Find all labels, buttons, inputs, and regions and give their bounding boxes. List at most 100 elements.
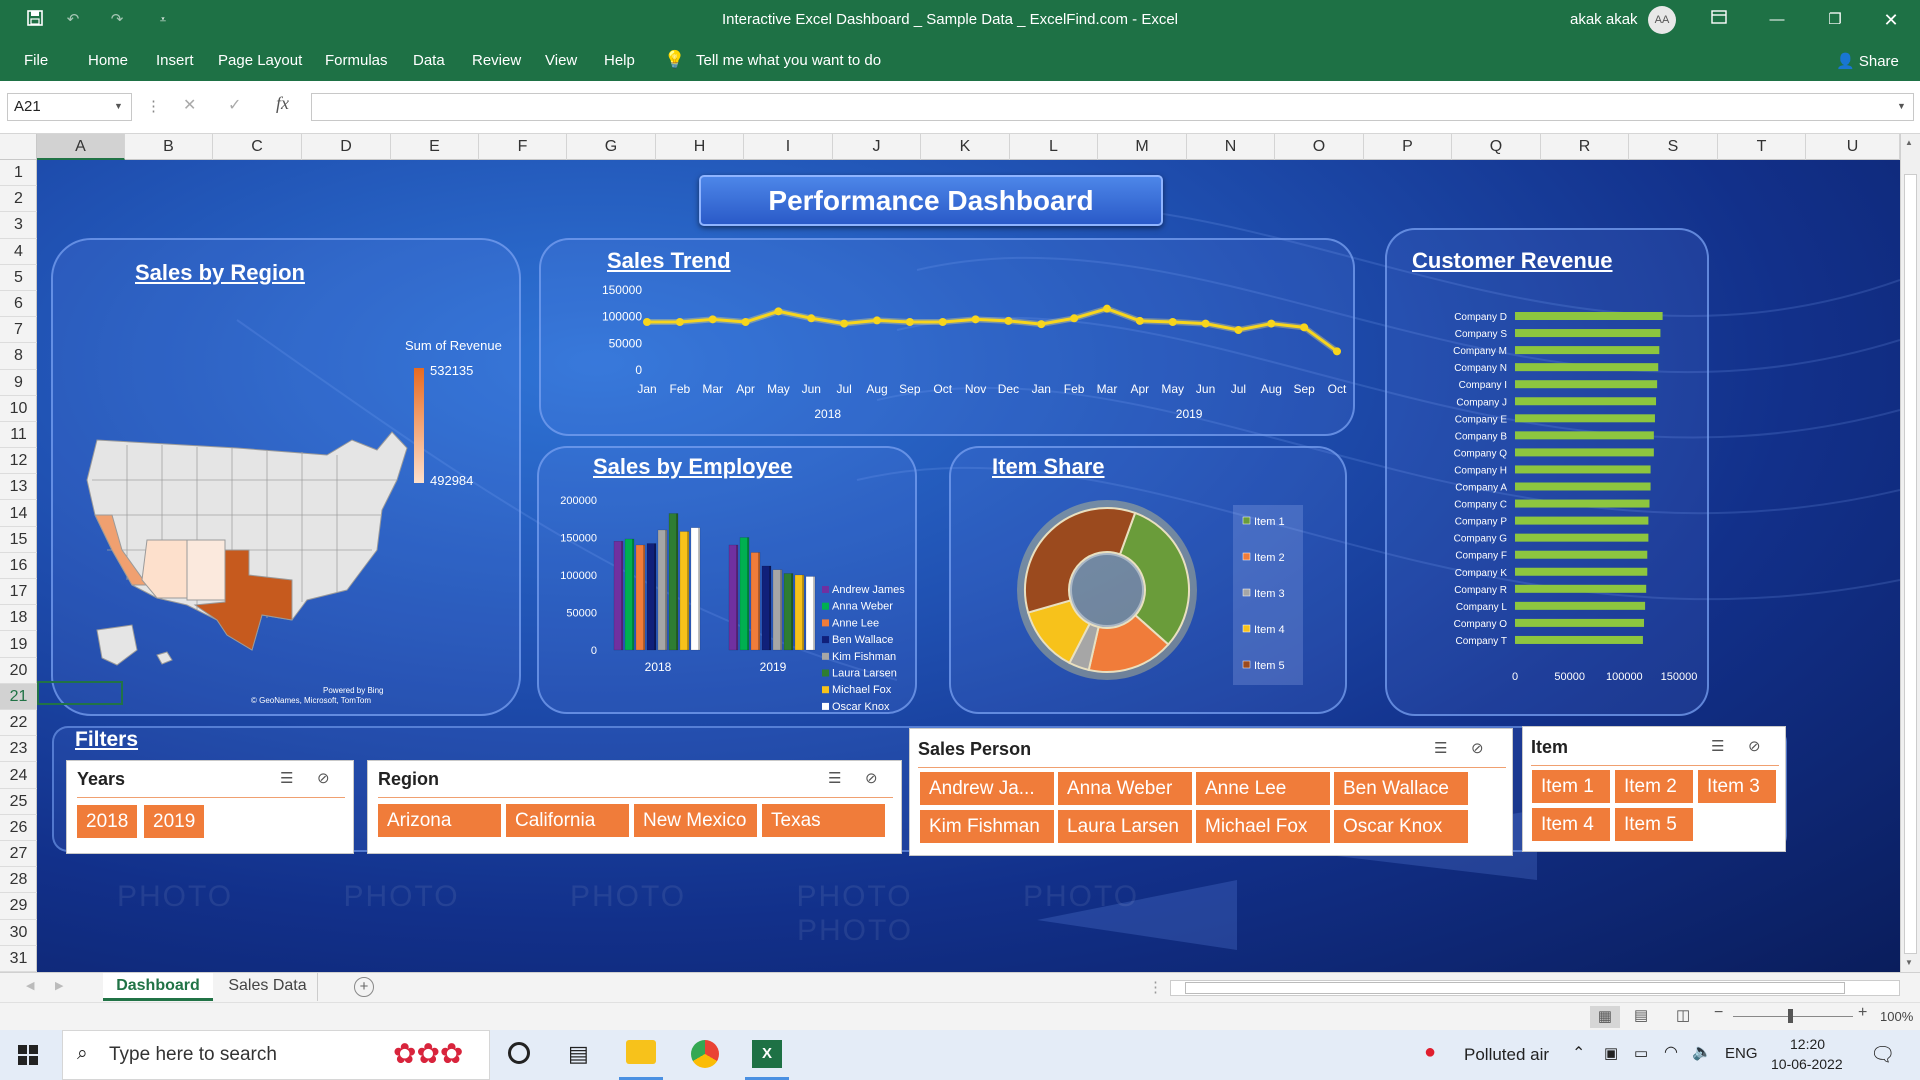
clear-filter-icon[interactable]: ⊘ bbox=[865, 769, 878, 787]
slicer-item-michael-fox[interactable]: Michael Fox bbox=[1196, 810, 1330, 843]
bar[interactable] bbox=[1515, 601, 1646, 610]
row-header-23[interactable]: 23 bbox=[0, 736, 37, 763]
formula-input[interactable] bbox=[311, 93, 1914, 121]
page-break-view-icon[interactable]: ◫ bbox=[1676, 1006, 1690, 1024]
column-header-c[interactable]: C bbox=[213, 134, 302, 160]
column-header-j[interactable]: J bbox=[833, 134, 921, 160]
data-point[interactable] bbox=[1004, 316, 1013, 325]
row-header-18[interactable]: 18 bbox=[0, 605, 37, 632]
tab-insert[interactable]: Insert bbox=[152, 40, 198, 81]
splitter-icon[interactable]: ⋮ bbox=[1148, 978, 1163, 996]
row-header-11[interactable]: 11 bbox=[0, 422, 37, 449]
close-icon[interactable]: ✕ bbox=[1880, 9, 1902, 31]
slicer-item-andrew-james[interactable]: Andrew Ja... bbox=[920, 772, 1054, 805]
data-point[interactable] bbox=[1300, 323, 1309, 332]
row-header-17[interactable]: 17 bbox=[0, 579, 37, 606]
column-header-p[interactable]: P bbox=[1364, 134, 1452, 160]
multi-select-icon[interactable]: ☰ bbox=[1434, 739, 1447, 757]
battery-icon[interactable]: ▭ bbox=[1634, 1044, 1648, 1062]
bar[interactable] bbox=[1515, 329, 1661, 338]
column-header-l[interactable]: L bbox=[1010, 134, 1098, 160]
slicer-item-kim-fishman[interactable]: Kim Fishman bbox=[920, 810, 1054, 843]
horizontal-scrollbar[interactable] bbox=[1170, 980, 1900, 996]
tab-page-layout[interactable]: Page Layout bbox=[214, 40, 306, 81]
selected-cell-a21[interactable] bbox=[37, 681, 123, 705]
bar[interactable] bbox=[1515, 482, 1651, 491]
weather-status[interactable]: Polluted air bbox=[1464, 1045, 1549, 1065]
data-point[interactable] bbox=[807, 314, 816, 323]
excel-icon[interactable]: X bbox=[752, 1040, 782, 1068]
notifications-icon[interactable]: 🗨 bbox=[1870, 1042, 1895, 1067]
tab-data[interactable]: Data bbox=[409, 40, 449, 81]
column-header-b[interactable]: B bbox=[125, 134, 213, 160]
column-header-d[interactable]: D bbox=[302, 134, 391, 160]
scroll-down-icon[interactable]: ▼ bbox=[1905, 958, 1913, 967]
bar[interactable] bbox=[1515, 499, 1650, 508]
bar[interactable] bbox=[1515, 584, 1647, 593]
slicer-item-anna-weber[interactable]: Anna Weber bbox=[1058, 772, 1192, 805]
zoom-in-icon[interactable]: + bbox=[1858, 1004, 1867, 1022]
row-header-12[interactable]: 12 bbox=[0, 448, 37, 475]
select-all-corner[interactable] bbox=[0, 134, 37, 160]
row-header-25[interactable]: 25 bbox=[0, 789, 37, 815]
row-header-24[interactable]: 24 bbox=[0, 763, 37, 789]
clear-filter-icon[interactable]: ⊘ bbox=[1748, 737, 1761, 755]
data-point[interactable] bbox=[1201, 319, 1210, 328]
widgets-icon[interactable]: ▤ bbox=[568, 1041, 589, 1067]
slicer-item-item-5[interactable]: Item 5 bbox=[1615, 808, 1693, 841]
row-header-1[interactable]: 1 bbox=[0, 160, 37, 187]
data-point[interactable] bbox=[840, 319, 849, 328]
zoom-slider[interactable] bbox=[1733, 1016, 1853, 1017]
column-header-i[interactable]: I bbox=[744, 134, 833, 160]
insert-function-icon[interactable]: fx bbox=[276, 93, 289, 114]
sales-trend-chart[interactable]: 150000 100000 50000 0 Jan Feb Mar Apr May Jun Jul A… bbox=[577, 280, 1347, 430]
bar[interactable] bbox=[1515, 380, 1658, 389]
bar[interactable] bbox=[1515, 550, 1648, 559]
data-point[interactable] bbox=[675, 318, 684, 326]
data-point[interactable] bbox=[873, 316, 881, 325]
row-header-7[interactable]: 7 bbox=[0, 317, 37, 344]
column-header-o[interactable]: O bbox=[1275, 134, 1364, 160]
row-header-16[interactable]: 16 bbox=[0, 553, 37, 580]
slicer-item-new-mexico[interactable]: New Mexico bbox=[634, 804, 757, 837]
data-point[interactable] bbox=[1267, 319, 1276, 328]
column-header-e[interactable]: E bbox=[391, 134, 479, 160]
row-header-8[interactable]: 8 bbox=[0, 343, 37, 370]
row-header-13[interactable]: 13 bbox=[0, 474, 37, 501]
multi-select-icon[interactable]: ☰ bbox=[828, 769, 841, 787]
tab-help[interactable]: Help bbox=[600, 40, 639, 81]
prev-sheet-icon[interactable]: ◀ bbox=[26, 979, 34, 992]
slicer-item-item-3[interactable]: Item 3 bbox=[1698, 770, 1776, 803]
row-header-6[interactable]: 6 bbox=[0, 291, 37, 318]
slicer-item-ben-wallace[interactable]: Ben Wallace bbox=[1334, 772, 1468, 805]
slicer-item-arizona[interactable]: Arizona bbox=[378, 804, 501, 837]
bar[interactable] bbox=[1515, 567, 1648, 576]
column-header-h[interactable]: H bbox=[656, 134, 744, 160]
data-point[interactable] bbox=[774, 307, 783, 316]
us-map[interactable] bbox=[77, 420, 437, 680]
row-header-30[interactable]: 30 bbox=[0, 920, 37, 946]
bar[interactable] bbox=[1515, 431, 1654, 440]
row-header-10[interactable]: 10 bbox=[0, 396, 37, 422]
data-point[interactable] bbox=[1234, 326, 1243, 334]
data-point[interactable] bbox=[708, 315, 717, 324]
chevron-down-icon[interactable]: ▼ bbox=[114, 101, 123, 111]
row-header-14[interactable]: 14 bbox=[0, 501, 37, 527]
windows-start-icon[interactable] bbox=[18, 1045, 38, 1069]
sales-by-employee-chart[interactable]: 200000 150000 100000 50000 0 2018 2019 Andrew J… bbox=[552, 485, 912, 715]
taskbar-search-input[interactable]: ⌕ Type here to search ✿✿✿ bbox=[62, 1030, 490, 1080]
restore-icon[interactable]: ❐ bbox=[1824, 9, 1846, 31]
slicer-item-item-2[interactable]: Item 2 bbox=[1615, 770, 1693, 803]
multi-select-icon[interactable]: ☰ bbox=[1711, 737, 1724, 755]
slicer-item-2019[interactable]: 2019 bbox=[144, 805, 205, 838]
row-header-3[interactable]: 3 bbox=[0, 212, 37, 239]
tab-view[interactable]: View bbox=[541, 40, 581, 81]
data-point[interactable] bbox=[1135, 316, 1144, 325]
data-point[interactable] bbox=[905, 318, 914, 326]
next-sheet-icon[interactable]: ▶ bbox=[55, 979, 63, 992]
customize-icon[interactable]: ⩡ bbox=[152, 9, 174, 31]
vertical-scrollbar[interactable]: ▲ ▼ bbox=[1900, 134, 1920, 972]
meet-now-icon[interactable]: ▣ bbox=[1604, 1044, 1618, 1062]
row-header-31[interactable]: 31 bbox=[0, 946, 37, 972]
column-header-n[interactable]: N bbox=[1187, 134, 1275, 160]
